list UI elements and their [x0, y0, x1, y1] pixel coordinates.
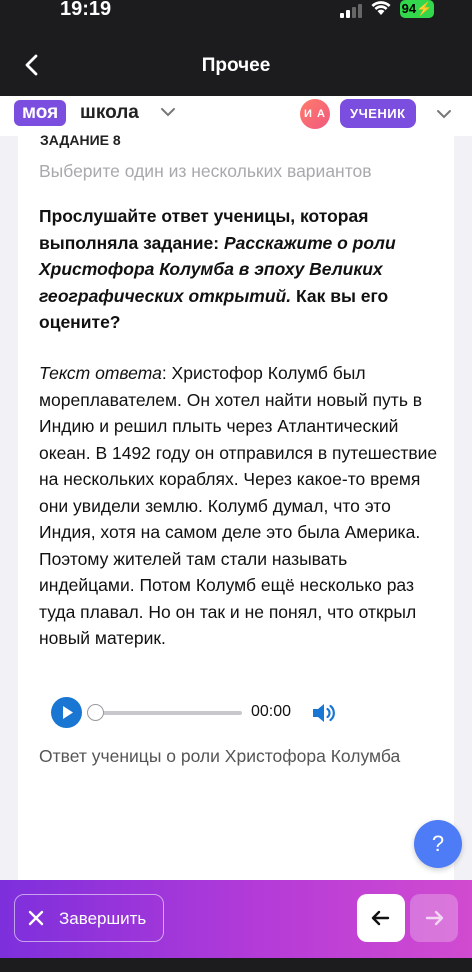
task-hint: Выберите один из нескольких вариантов [39, 161, 372, 181]
wifi-icon [371, 1, 391, 15]
logo-moya: моя [14, 100, 67, 126]
audio-time: 00:00 [251, 703, 292, 720]
arrow-right-icon [425, 910, 444, 926]
app-header: моя школа И А УЧЕНИК [0, 96, 472, 136]
finish-button[interactable]: Завершить [14, 894, 164, 942]
task-number: ЗАДАНИЕ 8 [40, 134, 121, 148]
next-button[interactable] [410, 894, 458, 942]
play-icon [63, 706, 73, 719]
audio-caption: Ответ ученицы о роли Христофора Колумба [39, 746, 401, 766]
role-badge[interactable]: УЧЕНИК [340, 99, 416, 128]
question-text: Прослушайте ответ ученицы, которая выпол… [39, 203, 439, 336]
finish-label: Завершить [59, 909, 147, 928]
chevron-down-icon[interactable] [160, 106, 176, 118]
audio-progress-track[interactable] [96, 711, 242, 715]
top-bar: 19:19 94⚡ Прочее [0, 0, 472, 96]
battery-level: 94 [401, 1, 417, 16]
logo-shkola: школа [80, 102, 139, 123]
close-icon [28, 910, 44, 926]
play-button[interactable] [51, 697, 82, 728]
volume-icon[interactable] [310, 701, 338, 725]
help-button[interactable]: ? [414, 820, 462, 868]
status-time: 19:19 [60, 0, 112, 20]
avatar[interactable]: И А [300, 99, 330, 129]
battery-icon: 94⚡ [400, 0, 434, 18]
answer-text: Текст ответа: Христофор Колумб был мореп… [39, 360, 439, 652]
audio-progress-knob[interactable] [87, 704, 104, 721]
bottom-action-bar: Завершить [0, 880, 472, 958]
previous-button[interactable] [357, 894, 405, 942]
home-indicator-area [0, 958, 472, 972]
nav-title: Прочее [201, 55, 271, 76]
answer-body: : Христофор Колумб был мореплавателем. О… [39, 363, 438, 648]
arrow-left-icon [371, 910, 390, 926]
chevron-down-icon[interactable] [436, 108, 452, 120]
cell-signal-icon [340, 4, 362, 18]
answer-label: Текст ответа [39, 363, 162, 383]
